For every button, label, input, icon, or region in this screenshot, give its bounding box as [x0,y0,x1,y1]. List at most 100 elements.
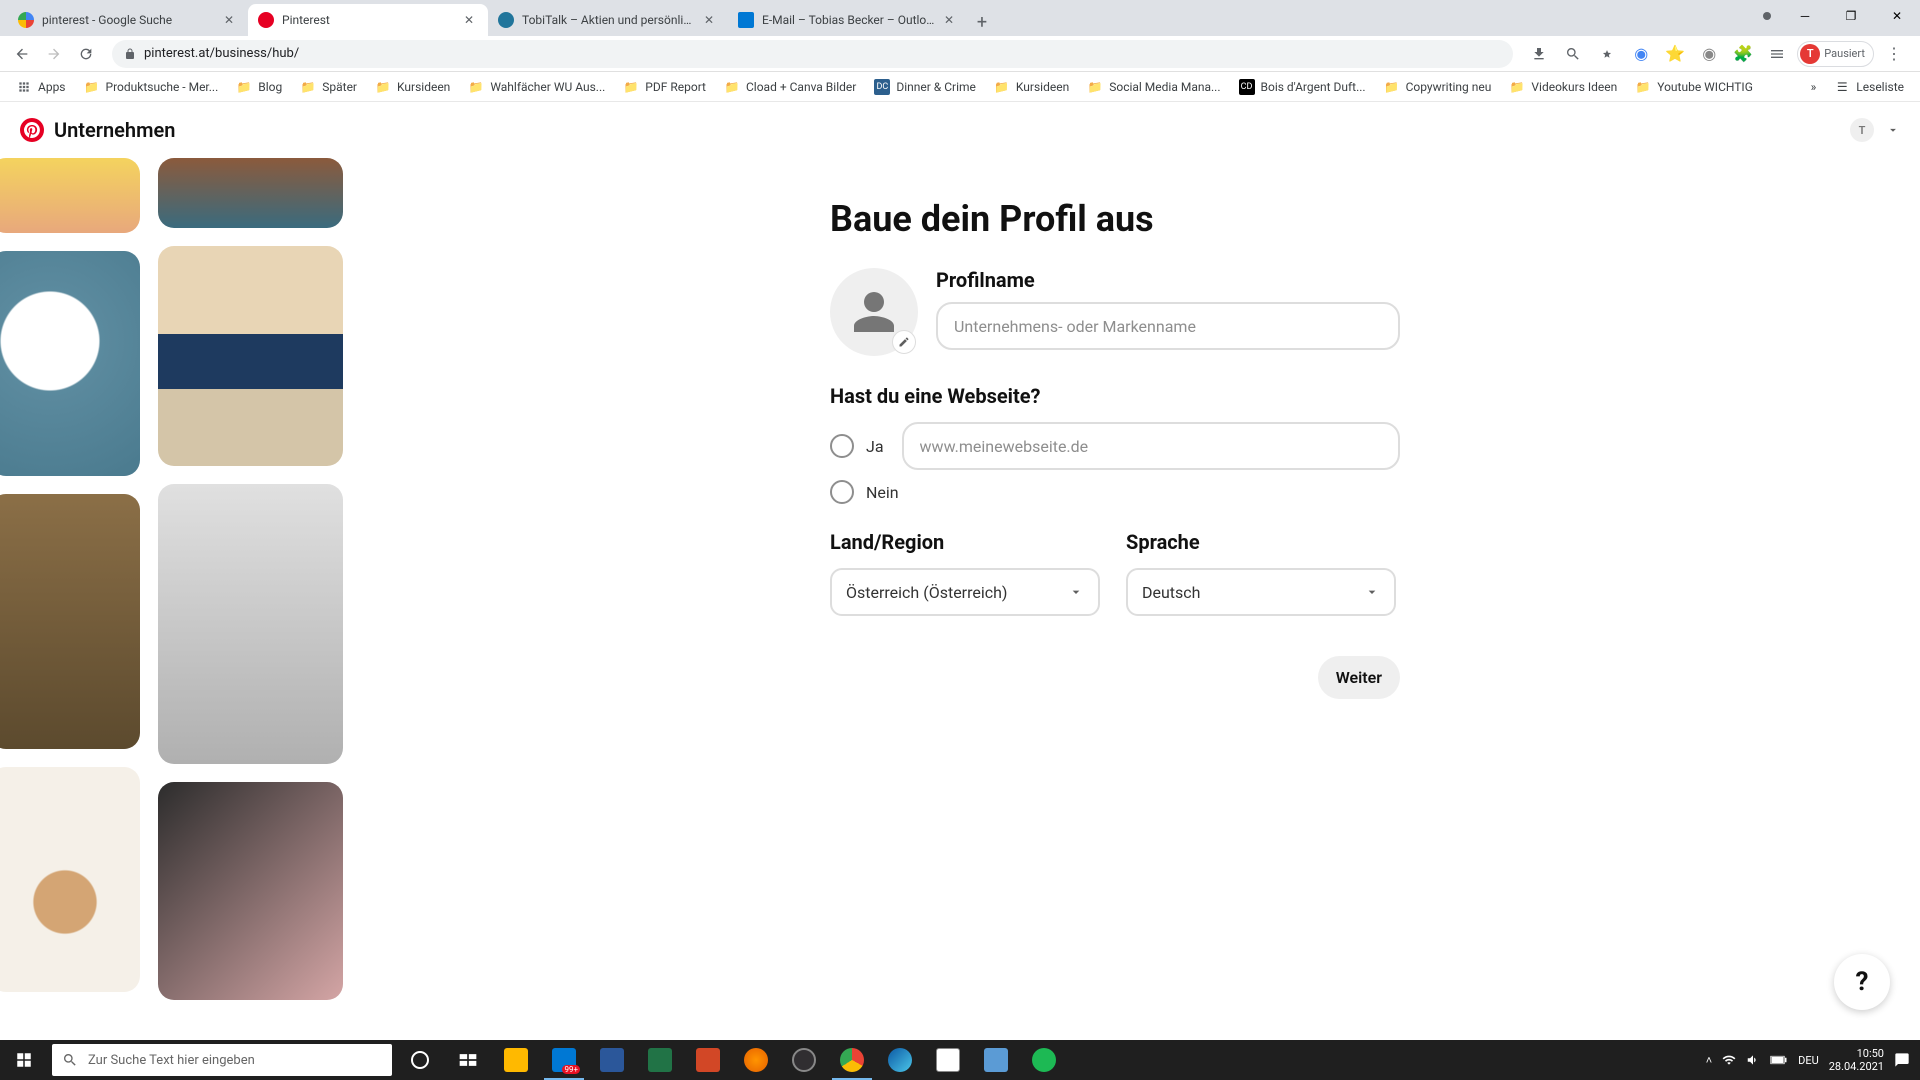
browser-tab-2[interactable]: TobiTalk – Aktien und persönlich… ✕ [488,4,728,36]
language-value: Deutsch [1142,583,1200,602]
spotify-icon[interactable] [1020,1040,1068,1080]
bookmark-item[interactable]: 📁Videokurs Ideen [1501,75,1625,99]
profile-status: Pausiert [1824,47,1865,60]
folder-icon: 📁 [724,79,740,95]
profile-name-label: Profilname [936,268,1400,292]
user-avatar[interactable]: T [1850,118,1874,142]
bookmark-item[interactable]: 📁Cload + Canva Bilder [716,75,864,99]
bookmark-label: Später [322,80,357,94]
pin-image [0,494,140,749]
obs-icon[interactable] [780,1040,828,1080]
forward-button[interactable] [40,40,68,68]
radio-yes[interactable] [830,434,854,458]
close-window-button[interactable]: ✕ [1874,0,1920,32]
address-bar[interactable]: pinterest.at/business/hub/ [112,40,1513,68]
folder-icon: 📁 [375,79,391,95]
browser-menu-button[interactable]: ⋮ [1880,40,1908,68]
reading-list-button[interactable]: ☰ Leseliste [1826,75,1912,99]
language-indicator[interactable]: DEU [1798,1054,1819,1067]
record-indicator [1752,0,1782,32]
bookmark-item[interactable]: 📁Produktsuche - Mer... [76,75,227,99]
bookmark-item[interactable]: CDBois d'Argent Duft... [1231,75,1374,99]
extension-icon-4[interactable]: 🧩 [1729,40,1757,68]
folder-icon: 📁 [1509,79,1525,95]
apps-button[interactable]: Apps [8,75,74,99]
folder-icon: 📁 [236,79,252,95]
battery-icon[interactable] [1770,1054,1788,1066]
pin-image [0,158,140,233]
tab-strip: pinterest - Google Suche ✕ Pinterest ✕ T… [0,0,1920,36]
install-icon[interactable] [1525,40,1553,68]
help-button[interactable]: ? [1834,954,1890,1010]
zoom-icon[interactable] [1559,40,1587,68]
language-label: Sprache [1126,530,1396,554]
bookmark-item[interactable]: 📁Kursideen [367,75,458,99]
website-input[interactable] [902,422,1400,470]
pin-image [158,246,343,466]
next-button[interactable]: Weiter [1318,656,1400,699]
bookmark-item[interactable]: 📁Später [292,75,365,99]
volume-icon[interactable] [1746,1053,1760,1067]
close-icon[interactable]: ✕ [944,13,958,27]
extension-icon-2[interactable]: ⭐ [1661,40,1689,68]
chevron-down-icon [1364,584,1380,600]
star-icon[interactable] [1593,40,1621,68]
bookmark-item[interactable]: 📁PDF Report [615,75,714,99]
extension-icon-3[interactable]: ◉ [1695,40,1723,68]
chevron-down-icon[interactable] [1886,123,1900,137]
reload-button[interactable] [72,40,100,68]
bookmark-item[interactable]: 📁Copywriting neu [1376,75,1500,99]
reading-list-icon[interactable] [1763,40,1791,68]
task-view-icon[interactable] [444,1040,492,1080]
minimize-button[interactable]: ─ [1782,0,1828,32]
excel-icon[interactable] [636,1040,684,1080]
notepad-icon[interactable] [924,1040,972,1080]
new-tab-button[interactable]: + [968,8,996,36]
close-icon[interactable]: ✕ [464,13,478,27]
tray-chevron-icon[interactable]: ˄ [1706,1054,1712,1067]
bookmark-item[interactable]: DCDinner & Crime [866,75,984,99]
bookmark-item[interactable]: 📁Social Media Mana... [1079,75,1228,99]
bookmark-item[interactable]: 📁Youtube WICHTIG [1627,75,1761,99]
cortana-icon[interactable] [396,1040,444,1080]
profile-name-input[interactable] [936,302,1400,350]
start-button[interactable] [0,1040,48,1080]
pinterest-logo-icon[interactable] [20,118,44,142]
maximize-button[interactable]: ❐ [1828,0,1874,32]
firefox-icon[interactable] [732,1040,780,1080]
browser-tab-3[interactable]: E-Mail – Tobias Becker – Outlook ✕ [728,4,968,36]
notifications-icon[interactable] [1894,1052,1910,1068]
bookmark-item[interactable]: 📁Blog [228,75,290,99]
wifi-icon[interactable] [1722,1053,1736,1067]
powerpoint-icon[interactable] [684,1040,732,1080]
taskbar-clock[interactable]: 10:50 28.04.2021 [1829,1047,1884,1073]
chrome-icon[interactable] [828,1040,876,1080]
pin-image [158,484,343,764]
chevron-down-icon [1068,584,1084,600]
back-button[interactable] [8,40,36,68]
word-icon[interactable] [588,1040,636,1080]
close-icon[interactable]: ✕ [224,13,238,27]
extension-icon-1[interactable]: ◉ [1627,40,1655,68]
close-icon[interactable]: ✕ [704,13,718,27]
profile-button[interactable]: T Pausiert [1797,41,1874,67]
bookmark-item[interactable]: 📁Kursideen [986,75,1077,99]
mail-icon[interactable]: 99+ [540,1040,588,1080]
tab-title: pinterest - Google Suche [42,13,216,27]
radio-no[interactable] [830,480,854,504]
brand-title: Unternehmen [54,118,175,142]
bookmark-overflow[interactable]: » [1803,76,1825,98]
country-select[interactable]: Österreich (Österreich) [830,568,1100,616]
browser-tab-0[interactable]: pinterest - Google Suche ✕ [8,4,248,36]
taskbar-search[interactable]: Zur Suche Text hier eingeben [52,1044,392,1076]
browser-tab-1[interactable]: Pinterest ✕ [248,4,488,36]
pin-image [0,251,140,476]
bookmark-item[interactable]: 📁Wahlfächer WU Aus... [460,75,613,99]
file-explorer-icon[interactable] [492,1040,540,1080]
edge-icon[interactable] [876,1040,924,1080]
app-icon[interactable] [972,1040,1020,1080]
avatar-upload-button[interactable] [830,268,918,356]
bookmark-label: Leseliste [1856,80,1904,94]
url-text: pinterest.at/business/hub/ [144,46,299,61]
language-select[interactable]: Deutsch [1126,568,1396,616]
